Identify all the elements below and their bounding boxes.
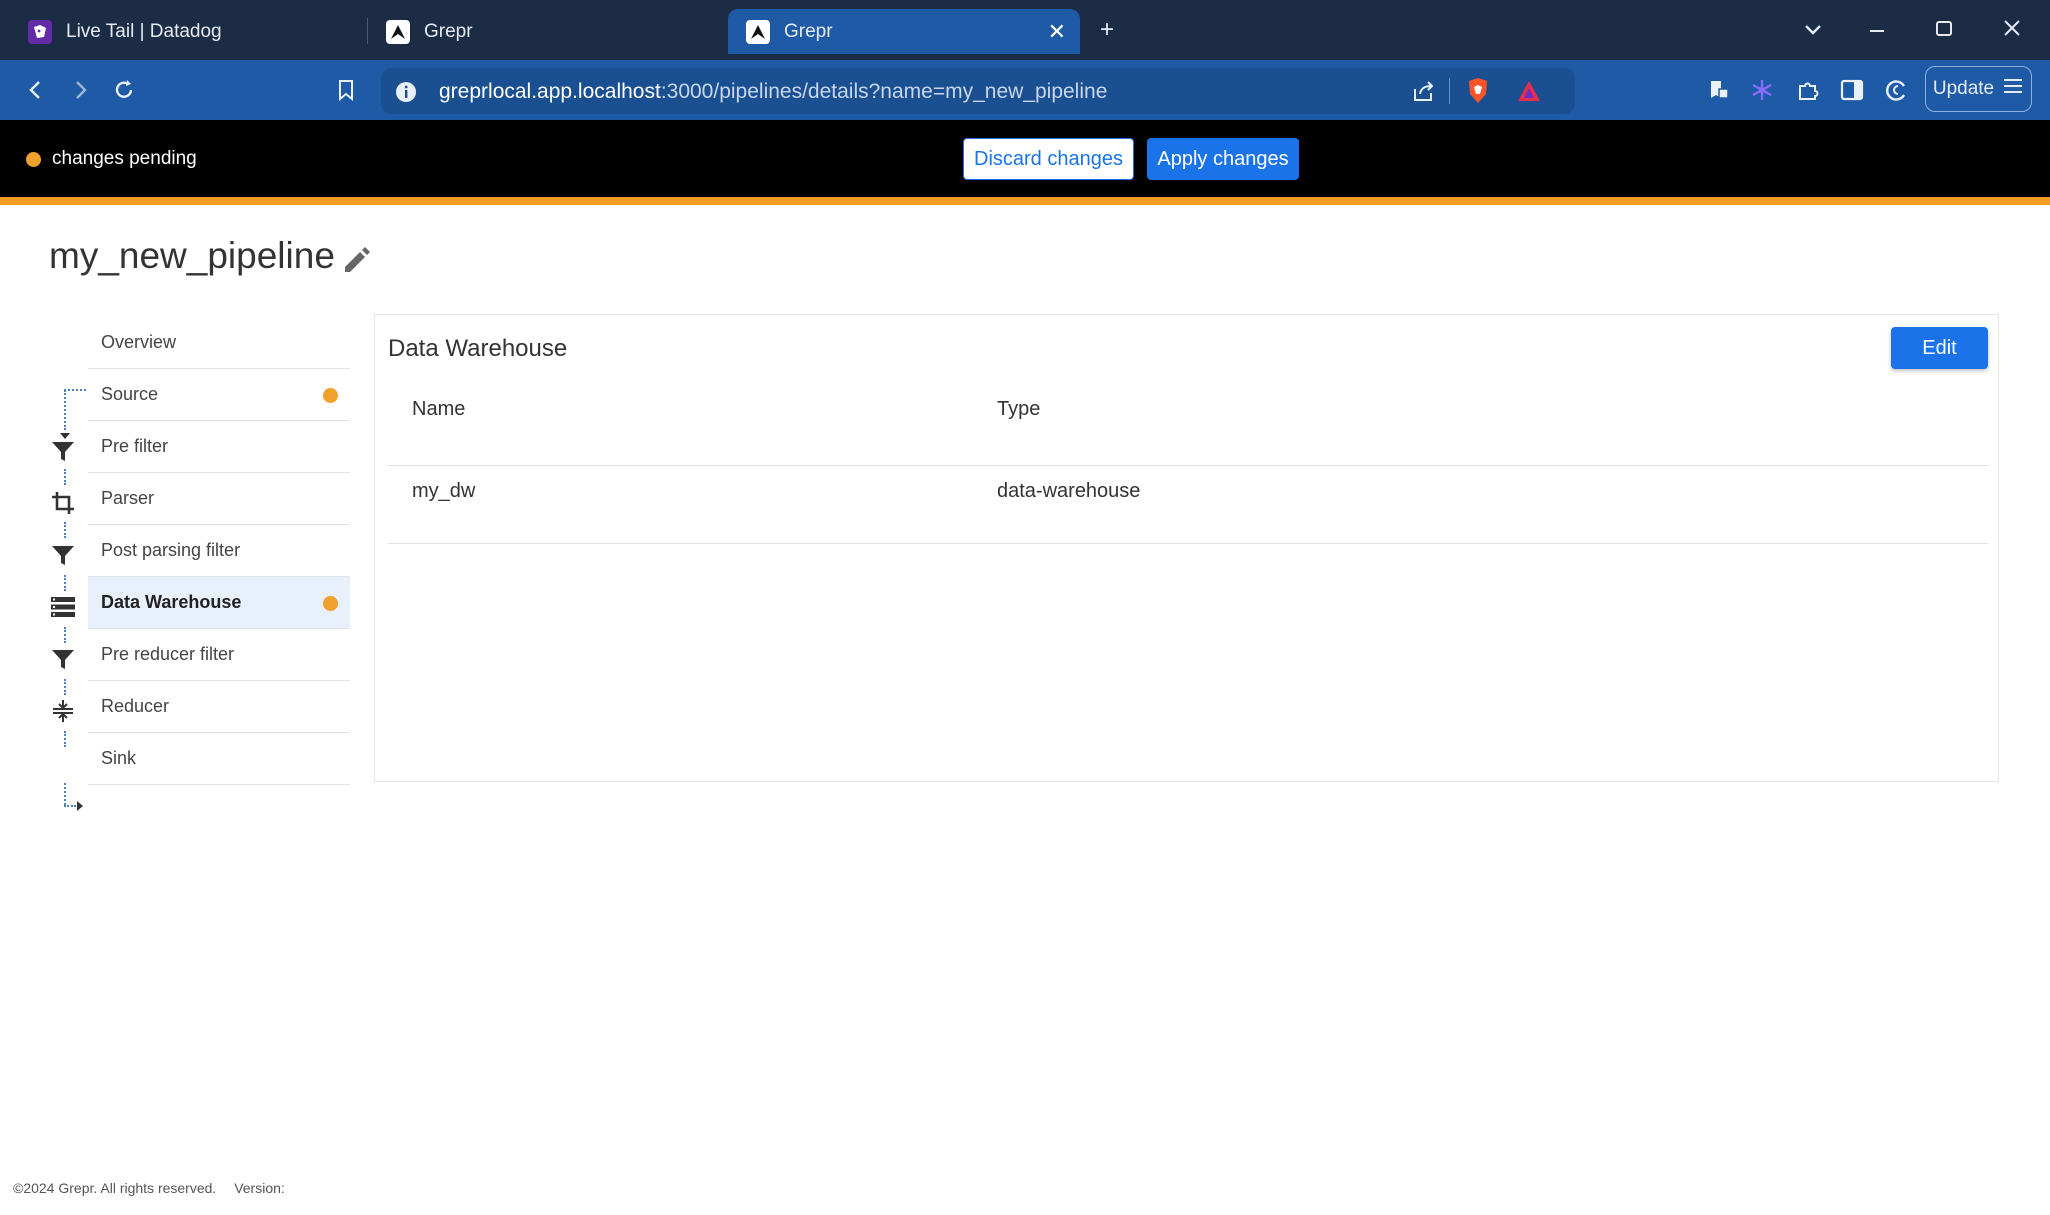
tab-title: Grepr [424, 20, 473, 42]
edit-button[interactable]: Edit [1891, 327, 1988, 369]
cell-name: my_dw [412, 480, 476, 502]
pending-dot [323, 388, 338, 403]
footer: ©2024 Grepr. All rights reserved. Versio… [13, 1180, 299, 1196]
cell-type: data-warehouse [997, 480, 1141, 502]
copyright-text: ©2024 Grepr. All rights reserved. [13, 1180, 217, 1196]
data-warehouse-panel: Data Warehouse Edit Name Type my_dw data… [374, 314, 1999, 782]
filter-icon [50, 438, 76, 464]
connector-line [64, 575, 66, 591]
close-icon[interactable]: ✕ [1048, 19, 1066, 45]
share-icon[interactable] [1411, 79, 1437, 108]
tab-grepr-active[interactable]: Grepr ✕ [728, 9, 1080, 54]
column-header-type: Type [997, 398, 1041, 420]
tab-title: Live Tail | Datadog [66, 20, 222, 42]
column-header-name: Name [412, 398, 466, 420]
pending-changes-bar: changes pending Discard changes Apply ch… [0, 120, 2050, 197]
tab-separator [367, 18, 368, 44]
omnibox-divider [1449, 78, 1450, 104]
nav-item-overview[interactable]: Overview [88, 317, 350, 369]
table-divider [388, 465, 1988, 466]
tab-live-tail[interactable]: Live Tail | Datadog [28, 9, 368, 54]
connector-line [64, 522, 66, 538]
filter-icon [50, 542, 76, 568]
connector-line [64, 469, 66, 485]
tab-strip: Live Tail | Datadog Grepr Grepr ✕ + [0, 0, 2050, 60]
datadog-icon [28, 19, 52, 44]
site-info-icon[interactable] [395, 81, 417, 108]
brave-shields-icon[interactable] [1465, 77, 1491, 110]
snowflake-extension-icon[interactable] [1746, 74, 1778, 106]
nav-item-data-warehouse[interactable]: Data Warehouse [88, 577, 350, 629]
connector-line [64, 731, 66, 747]
panel-title: Data Warehouse [388, 335, 568, 362]
nav-item-sink[interactable]: Sink [88, 733, 350, 785]
maximize-button[interactable] [1935, 16, 1953, 44]
grepr-icon [386, 19, 410, 44]
extensions-puzzle-icon[interactable] [1792, 74, 1824, 106]
filter-icon [50, 646, 76, 672]
nav-item-pre-reducer-filter[interactable]: Pre reducer filter [88, 629, 350, 681]
tab-grepr[interactable]: Grepr [386, 9, 706, 54]
back-button[interactable] [20, 74, 52, 106]
update-button[interactable]: Update [1925, 66, 2032, 112]
pending-indicator-dot [26, 152, 41, 167]
forward-button[interactable] [64, 74, 96, 106]
arrow-right-icon [75, 799, 85, 818]
page-title: my_new_pipeline [49, 235, 335, 276]
discard-changes-button[interactable]: Discard changes [963, 138, 1134, 180]
reload-button[interactable] [108, 74, 140, 106]
new-tab-button[interactable]: + [1100, 16, 1114, 44]
edit-name-pencil-icon[interactable] [340, 243, 374, 277]
nav-item-post-parsing-filter[interactable]: Post parsing filter [88, 525, 350, 577]
browser-toolbar: greprlocal.app.localhost:3000/pipelines/… [0, 60, 2050, 120]
connector-line [64, 627, 66, 643]
connector-line [64, 679, 66, 695]
hamburger-menu-icon [2002, 77, 2024, 101]
address-bar[interactable]: greprlocal.app.localhost:3000/pipelines/… [381, 68, 1575, 114]
bookmark-icon[interactable] [330, 74, 362, 106]
sidebar-toggle-icon[interactable] [1836, 74, 1868, 106]
shield-extension-icon[interactable] [1703, 74, 1735, 106]
pending-dot [323, 596, 338, 611]
pending-status-text: changes pending [52, 148, 197, 169]
brave-rewards-icon[interactable] [1516, 79, 1542, 108]
nav-item-pre-filter[interactable]: Pre filter [88, 421, 350, 473]
close-window-button[interactable] [2003, 16, 2021, 44]
connector-line [64, 389, 86, 391]
pending-stripe [0, 197, 2050, 205]
storage-icon [50, 594, 76, 620]
tab-search-chevron-icon[interactable] [1804, 16, 1822, 44]
browser-window: Live Tail | Datadog Grepr Grepr ✕ + grep… [0, 0, 2050, 1215]
connector-line [64, 783, 66, 805]
nav-item-reducer[interactable]: Reducer [88, 681, 350, 733]
table-divider [388, 543, 1988, 544]
url-text: greprlocal.app.localhost:3000/pipelines/… [439, 80, 1108, 103]
apply-changes-button[interactable]: Apply changes [1147, 138, 1299, 180]
compress-icon [50, 698, 76, 724]
crop-icon [50, 490, 76, 516]
tab-title: Grepr [784, 20, 833, 42]
minimize-button[interactable] [1868, 16, 1886, 44]
nav-item-source[interactable]: Source [88, 369, 350, 421]
nav-item-parser[interactable]: Parser [88, 473, 350, 525]
version-label: Version: [234, 1180, 285, 1196]
connector-line [64, 390, 66, 430]
grepr-icon [746, 19, 770, 44]
leo-ai-icon[interactable] [1880, 74, 1912, 106]
